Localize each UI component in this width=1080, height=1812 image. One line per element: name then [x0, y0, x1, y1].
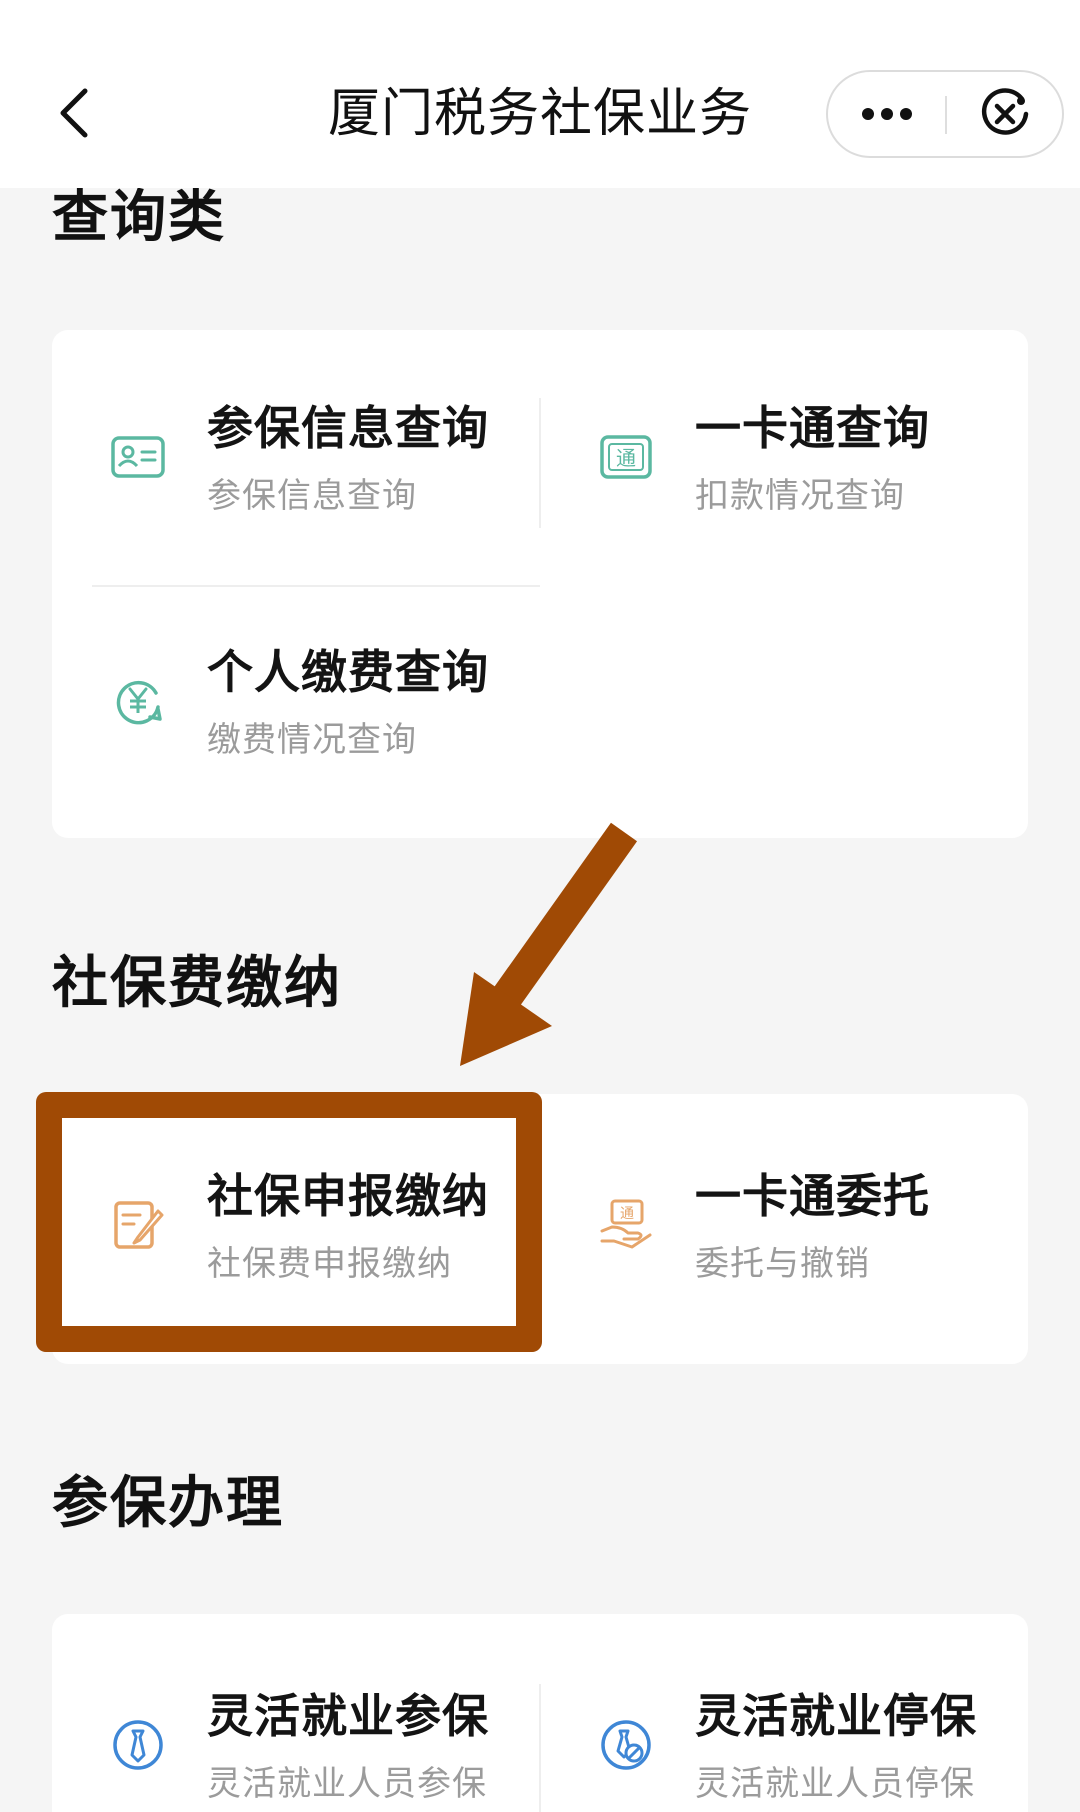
menu-item-subtitle: 灵活就业人员停保 — [695, 1764, 975, 1804]
enroll-card: 灵活就业参保 灵活就业人员参保 灵活就业停保 灵活就业人员停保 — [52, 1614, 1028, 1812]
menu-item-title: 个人缴费查询 — [207, 645, 489, 699]
menu-item-subtitle: 参保信息查询 — [207, 476, 417, 516]
section-title-payment: 社保费缴纳 — [52, 951, 342, 1016]
menu-item-title: 参保信息查询 — [207, 401, 489, 455]
id-card-icon — [111, 436, 165, 478]
more-button[interactable] — [828, 72, 946, 156]
menu-item-title: 灵活就业参保 — [207, 1689, 489, 1743]
card-divider-horizontal — [92, 585, 540, 587]
close-circle-icon — [981, 88, 1029, 135]
menu-item-card-query[interactable]: 通 一卡通查询 扣款情况查询 — [540, 398, 1028, 520]
capsule-divider — [945, 96, 947, 134]
section-title-enroll: 参保办理 — [52, 1471, 284, 1536]
back-button[interactable] — [44, 80, 104, 146]
menu-item-subtitle: 灵活就业人员参保 — [207, 1764, 487, 1804]
menu-item-title: 一卡通查询 — [695, 401, 930, 455]
navbar: 厦门税务社保业务 — [0, 0, 1080, 188]
yuan-refresh-icon — [116, 680, 162, 725]
edit-document-icon — [114, 1201, 164, 1249]
menu-item-personal-payment-query[interactable]: 个人缴费查询 缴费情况查询 — [52, 642, 540, 764]
menu-item-card-entrust[interactable]: 通 一卡通委托 委托与撤销 — [540, 1166, 1028, 1288]
menu-item-subtitle: 社保费申报缴纳 — [207, 1244, 452, 1284]
section-title-query: 查询类 — [52, 185, 226, 250]
query-card: 参保信息查询 参保信息查询 通 一卡通查询 扣款情况查询 个人缴费查询 缴费情况… — [52, 330, 1028, 838]
menu-item-flexible-enroll[interactable]: 灵活就业参保 灵活就业人员参保 — [52, 1686, 540, 1808]
menu-item-social-insurance-declare[interactable]: 社保申报缴纳 社保费申报缴纳 — [52, 1166, 540, 1288]
menu-item-title: 社保申报缴纳 — [207, 1169, 489, 1223]
tong-glyph: 通 — [616, 446, 636, 470]
menu-item-insurance-info-query[interactable]: 参保信息查询 参保信息查询 — [52, 398, 540, 520]
page-title: 厦门税务社保业务 — [327, 84, 752, 144]
card-tong-icon: 通 — [600, 435, 652, 479]
pause-circle-icon — [601, 1720, 651, 1770]
close-button[interactable] — [948, 72, 1062, 156]
menu-item-subtitle: 委托与撤销 — [695, 1244, 870, 1284]
menu-item-title: 灵活就业停保 — [695, 1689, 977, 1743]
mini-program-capsule — [826, 70, 1064, 158]
menu-item-title: 一卡通委托 — [695, 1169, 930, 1223]
tie-circle-icon — [113, 1720, 163, 1770]
hand-card-icon: 通 — [600, 1199, 652, 1249]
more-dots-icon — [862, 108, 912, 120]
menu-item-flexible-stop[interactable]: 灵活就业停保 灵活就业人员停保 — [540, 1686, 1028, 1808]
chevron-left-icon — [60, 88, 88, 138]
menu-item-subtitle: 缴费情况查询 — [207, 720, 417, 760]
annotation-arrow — [460, 822, 638, 1066]
tong-glyph: 通 — [620, 1206, 634, 1222]
payment-card: 社保申报缴纳 社保费申报缴纳 通 一卡通委托 委托与撤销 — [52, 1094, 1028, 1364]
menu-item-subtitle: 扣款情况查询 — [695, 476, 905, 516]
